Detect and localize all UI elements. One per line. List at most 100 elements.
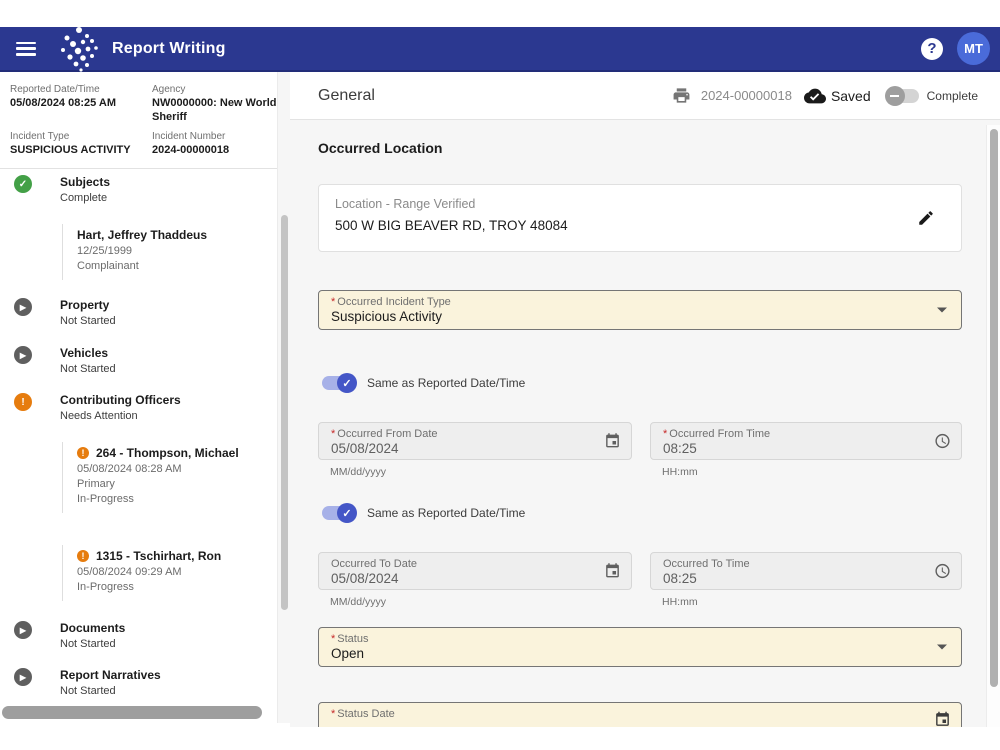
- calendar-icon[interactable]: [934, 711, 951, 727]
- sidebar-item-contributing-officers[interactable]: ! Contributing Officers Needs Attention: [0, 393, 270, 422]
- calendar-icon[interactable]: [604, 563, 621, 580]
- alert-icon: !: [77, 550, 89, 562]
- not-started-play-icon: ▶: [14, 621, 32, 639]
- sidebar-scrollbar-track: [277, 72, 290, 723]
- not-started-play-icon: ▶: [14, 668, 32, 686]
- same-as-reported-label: Same as Reported Date/Time: [367, 376, 525, 390]
- not-started-play-icon: ▶: [14, 346, 32, 364]
- report-narratives-status: Not Started: [60, 685, 161, 697]
- vehicles-status: Not Started: [60, 363, 116, 375]
- required-marker: *: [331, 428, 335, 440]
- status-date-field[interactable]: *Status Date: [318, 702, 962, 727]
- incident-type-label: Incident Type: [10, 131, 135, 142]
- incident-number-label: Incident Number: [152, 131, 277, 142]
- reported-datetime-label: Reported Date/Time: [10, 84, 135, 95]
- vehicles-label: Vehicles: [60, 346, 116, 360]
- officer-role: Primary: [77, 478, 262, 490]
- main-scrollbar-thumb[interactable]: [990, 129, 998, 687]
- location-label: Location - Range Verified: [335, 197, 945, 211]
- status-date-label: Status Date: [337, 708, 394, 720]
- occurred-to-date-field[interactable]: Occurred To Date 05/08/2024: [318, 552, 632, 590]
- same-as-reported-toggle-from[interactable]: ✓ Same as Reported Date/Time: [322, 376, 525, 390]
- required-marker: *: [331, 633, 335, 645]
- sidebar-item-subject-hart[interactable]: Hart, Jeffrey Thaddeus 12/25/1999 Compla…: [62, 224, 262, 280]
- property-label: Property: [60, 298, 116, 312]
- occurred-location-heading: Occurred Location: [318, 140, 442, 156]
- app-header: Report Writing ? MT: [0, 27, 1000, 72]
- same-as-reported-label: Same as Reported Date/Time: [367, 506, 525, 520]
- report-narratives-label: Report Narratives: [60, 668, 161, 682]
- subject-role: Complainant: [77, 260, 262, 272]
- officer-status: In-Progress: [77, 493, 262, 505]
- same-as-reported-toggle-to[interactable]: ✓ Same as Reported Date/Time: [322, 506, 525, 520]
- toggle-on-track: ✓: [322, 376, 354, 390]
- report-writing-app: Report Writing ? MT Reported Date/Time 0…: [0, 0, 1000, 750]
- officer-datetime: 05/08/2024 08:28 AM: [77, 463, 262, 475]
- property-status: Not Started: [60, 315, 116, 327]
- sidebar-item-vehicles[interactable]: ▶ Vehicles Not Started: [0, 346, 270, 375]
- incident-type-value: SUSPICIOUS ACTIVITY: [10, 144, 135, 158]
- tyler-logo-icon: [58, 26, 100, 72]
- general-header: General 2024-00000018 Saved Complete: [290, 72, 1000, 120]
- time-format-hint: HH:mm: [662, 466, 698, 478]
- user-avatar[interactable]: MT: [957, 32, 990, 65]
- general-panel: General 2024-00000018 Saved Complete Occ…: [290, 72, 1000, 727]
- agency-value: NW0000000: New World Sheriff: [152, 97, 277, 125]
- needs-attention-icon: !: [14, 393, 32, 411]
- date-format-hint: MM/dd/yyyy: [330, 466, 386, 478]
- edit-location-icon[interactable]: [917, 209, 935, 227]
- alert-icon: !: [77, 447, 89, 459]
- page-title: General: [318, 87, 375, 105]
- clock-icon[interactable]: [934, 563, 951, 580]
- occurred-to-time-value: 08:25: [663, 571, 949, 586]
- toggle-knob-minus-icon: [885, 86, 905, 106]
- sidebar-divider: [0, 168, 277, 169]
- not-started-play-icon: ▶: [14, 298, 32, 316]
- clock-icon[interactable]: [934, 433, 951, 450]
- occurred-from-date-field[interactable]: *Occurred From Date 05/08/2024: [318, 422, 632, 460]
- incident-number-value: 2024-00000018: [152, 144, 277, 158]
- documents-status: Not Started: [60, 638, 125, 650]
- printer-icon[interactable]: [672, 86, 691, 105]
- required-marker: *: [331, 296, 335, 308]
- agency-label: Agency: [152, 84, 277, 95]
- sidebar-item-report-narratives[interactable]: ▶ Report Narratives Not Started: [0, 668, 270, 697]
- cloud-saved-icon: [804, 85, 826, 107]
- help-icon[interactable]: ?: [921, 38, 943, 60]
- sidebar-item-property[interactable]: ▶ Property Not Started: [0, 298, 270, 327]
- date-format-hint: MM/dd/yyyy: [330, 596, 386, 608]
- complete-toggle[interactable]: [887, 89, 919, 103]
- sidebar-item-officer-thompson[interactable]: ! 264 - Thompson, Michael 05/08/2024 08:…: [62, 442, 262, 513]
- sidebar-item-officer-tschirhart[interactable]: ! 1315 - Tschirhart, Ron 05/08/2024 09:2…: [62, 545, 262, 601]
- report-sidebar: Reported Date/Time 05/08/2024 08:25 AM A…: [0, 72, 277, 723]
- sidebar-scrollbar-thumb[interactable]: [281, 215, 288, 610]
- chevron-down-icon: [937, 308, 947, 313]
- location-value: 500 W BIG BEAVER RD, TROY 48084: [335, 218, 945, 233]
- occurred-from-date-value: 05/08/2024: [331, 441, 619, 456]
- officer-datetime: 05/08/2024 09:29 AM: [77, 566, 262, 578]
- required-marker: *: [331, 708, 335, 720]
- required-marker: *: [663, 428, 667, 440]
- occurred-to-date-value: 05/08/2024: [331, 571, 619, 586]
- general-form: Occurred Location Location - Range Verif…: [290, 120, 1000, 727]
- occurred-incident-type-select[interactable]: *Occurred Incident Type Suspicious Activ…: [318, 290, 962, 330]
- status-label: Status: [337, 633, 368, 645]
- calendar-icon[interactable]: [604, 433, 621, 450]
- officer-status: In-Progress: [77, 581, 262, 593]
- contributing-officers-label: Contributing Officers: [60, 393, 181, 407]
- occurred-to-time-label: Occurred To Time: [663, 558, 750, 570]
- sidebar-horizontal-scrollbar[interactable]: [2, 706, 262, 719]
- complete-toggle-label: Complete: [927, 89, 978, 103]
- status-select[interactable]: *Status Open: [318, 627, 962, 667]
- time-format-hint: HH:mm: [662, 596, 698, 608]
- sidebar-item-documents[interactable]: ▶ Documents Not Started: [0, 621, 270, 650]
- main-scrollbar-track: [986, 125, 1000, 727]
- menu-icon[interactable]: [16, 42, 36, 56]
- occurred-to-time-field[interactable]: Occurred To Time 08:25: [650, 552, 962, 590]
- occurred-from-time-field[interactable]: *Occurred From Time 08:25: [650, 422, 962, 460]
- sidebar-item-subjects[interactable]: ✓ Subjects Complete: [0, 175, 270, 204]
- occurred-incident-type-label: Occurred Incident Type: [337, 296, 451, 308]
- occurred-from-date-label: Occurred From Date: [337, 428, 437, 440]
- toggle-check-icon: ✓: [337, 373, 357, 393]
- contributing-officers-status: Needs Attention: [60, 410, 181, 422]
